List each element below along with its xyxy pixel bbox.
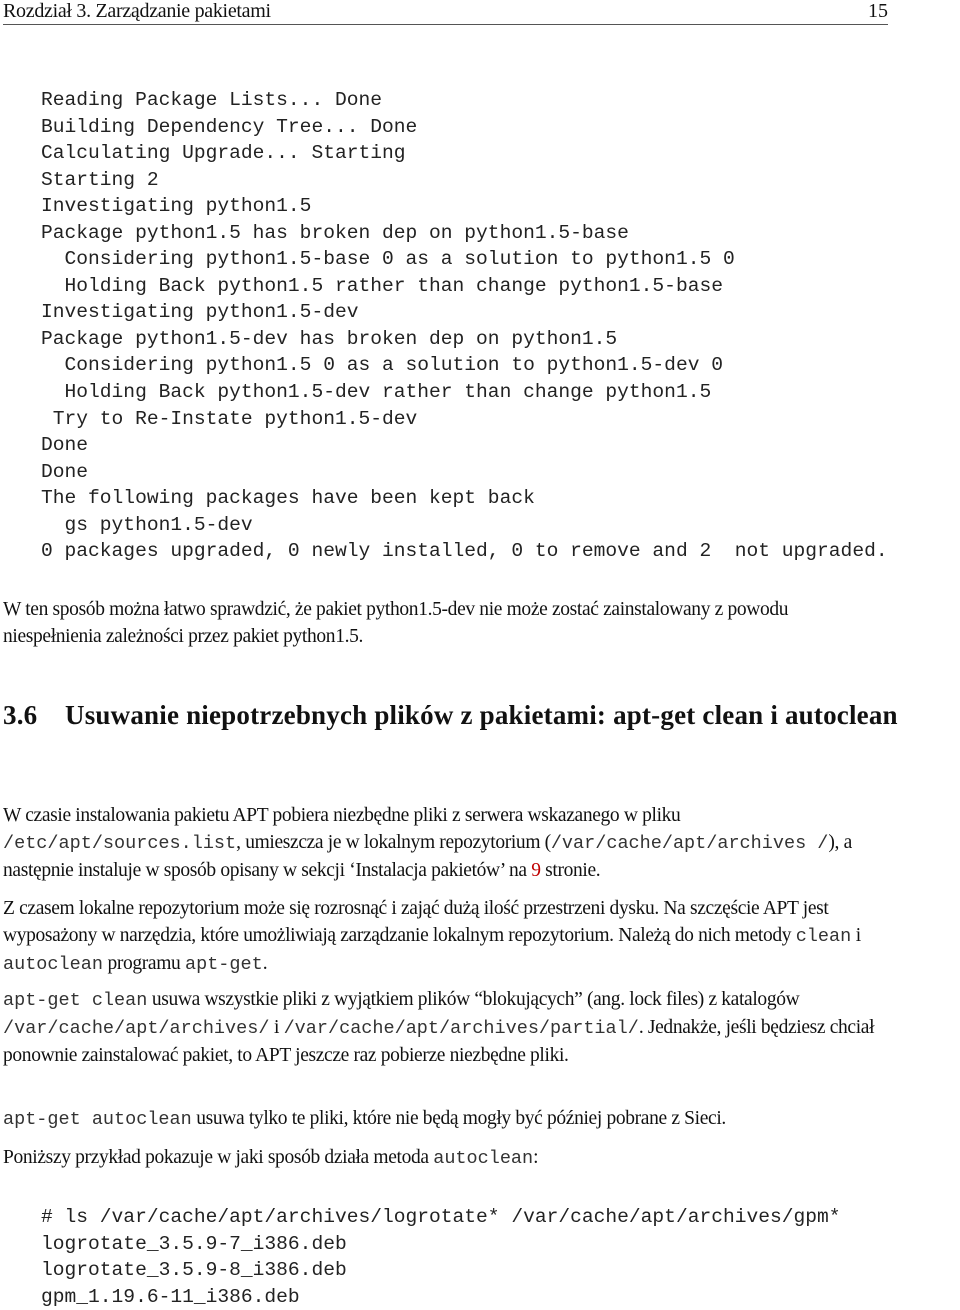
chapter-title: Rozdział 3. Zarządzanie pakietami: [3, 0, 271, 22]
paragraph-apt-get-clean: apt-get clean usuwa wszystkie pliki z wy…: [3, 986, 888, 1069]
inline-code-clean: clean: [795, 926, 852, 947]
code-line: gpm_1.19.6-11_i386.deb: [41, 1285, 300, 1308]
terminal-line: Reading Package Lists... Done: [41, 89, 382, 111]
text: , umieszcza je w lokalnym repozytorium (: [236, 832, 551, 853]
paragraph-repository: Z czasem lokalne repozytorium może się r…: [3, 895, 888, 978]
inline-code-partial-dir: /var/cache/apt/archives/partial/: [283, 1018, 639, 1039]
text: i: [269, 1017, 284, 1038]
text: Poniższy przykład pokazuje w jaki sposób…: [3, 1147, 434, 1168]
section-number: 3.6: [3, 700, 38, 730]
terminal-line: Investigating python1.5: [41, 195, 312, 218]
paragraph-example-intro: Poniższy przykład pokazuje w jaki sposób…: [3, 1144, 888, 1172]
paragraph-dependency-check: W ten sposób można łatwo sprawdzić, że p…: [3, 599, 789, 647]
inline-code-archives-path: /var/cache/apt/archives /: [550, 833, 829, 854]
paragraph-apt-get-autoclean: apt-get autoclean usuwa tylko te pliki, …: [3, 1105, 888, 1133]
terminal-line: Investigating python1.5-dev: [41, 301, 359, 324]
terminal-line: Try to Re-Instate python1.5-dev: [41, 407, 418, 430]
terminal-line: Done: [41, 434, 89, 457]
terminal-line: Calculating Upgrade... Starting: [41, 142, 406, 165]
inline-code-autoclean: autoclean: [433, 1148, 534, 1169]
code-line: logrotate_3.5.9-7_i386.deb: [41, 1232, 347, 1255]
text: i: [851, 925, 861, 946]
terminal-line: Building Dependency Tree... Done: [41, 115, 418, 138]
inline-code-autoclean: autoclean: [3, 954, 103, 975]
text: .: [262, 953, 268, 974]
terminal-line: gs python1.5-dev: [41, 513, 253, 536]
terminal-line: Holding Back python1.5 rather than chang…: [41, 274, 723, 297]
text: Z czasem lokalne repozytorium może się r…: [3, 898, 829, 946]
terminal-line: Package python1.5 has broken dep on pyth…: [41, 221, 629, 244]
inline-code-apt-get: apt-get: [184, 954, 263, 975]
text: :: [533, 1147, 539, 1168]
code-line: # ls /var/cache/apt/archives/logrotate* …: [41, 1206, 841, 1228]
terminal-line: Package python1.5-dev has broken dep on …: [41, 327, 618, 350]
text: usuwa tylko te pliki, które nie będą mog…: [191, 1108, 726, 1129]
terminal-line: Done: [41, 460, 89, 483]
page-reference-link[interactable]: 9: [531, 860, 541, 881]
ls-example-block: # ls /var/cache/apt/archives/logrotate* …: [41, 1204, 841, 1310]
section-heading: 3.6 Usuwanie niepotrzebnych plików z pak…: [3, 698, 903, 733]
text: programu: [102, 953, 185, 974]
code-line: logrotate_3.5.9-8_i386.deb: [41, 1259, 347, 1282]
inline-code-sources-list: /etc/apt/sources.list: [3, 833, 237, 854]
text: W czasie instalowania pakietu APT pobier…: [3, 805, 681, 826]
terminal-line: Considering python1.5 0 as a solution to…: [41, 354, 723, 377]
section-title: Usuwanie niepotrzebnych plików z pakieta…: [65, 700, 898, 730]
terminal-line: The following packages have been kept ba…: [41, 487, 535, 510]
terminal-line: 0 packages upgraded, 0 newly installed, …: [41, 540, 888, 563]
paragraph-intro: W czasie instalowania pakietu APT pobier…: [3, 802, 888, 884]
terminal-line: Holding Back python1.5-dev rather than c…: [41, 381, 712, 404]
terminal-output-block: Reading Package Lists... Done Building D…: [41, 87, 888, 565]
running-header: Rozdział 3. Zarządzanie pakietami 15: [3, 0, 888, 25]
inline-code-apt-get-autoclean: apt-get autoclean: [3, 1109, 192, 1130]
terminal-line: Starting 2: [41, 168, 159, 191]
terminal-line: Considering python1.5-base 0 as a soluti…: [41, 248, 735, 271]
inline-code-archives-dir: /var/cache/apt/archives/: [3, 1018, 270, 1039]
page-number: 15: [868, 0, 888, 22]
text: usuwa wszystkie pliki z wyjątkiem plików…: [147, 989, 800, 1010]
inline-code-apt-get-clean: apt-get clean: [3, 990, 148, 1011]
text: stronie.: [540, 860, 601, 881]
